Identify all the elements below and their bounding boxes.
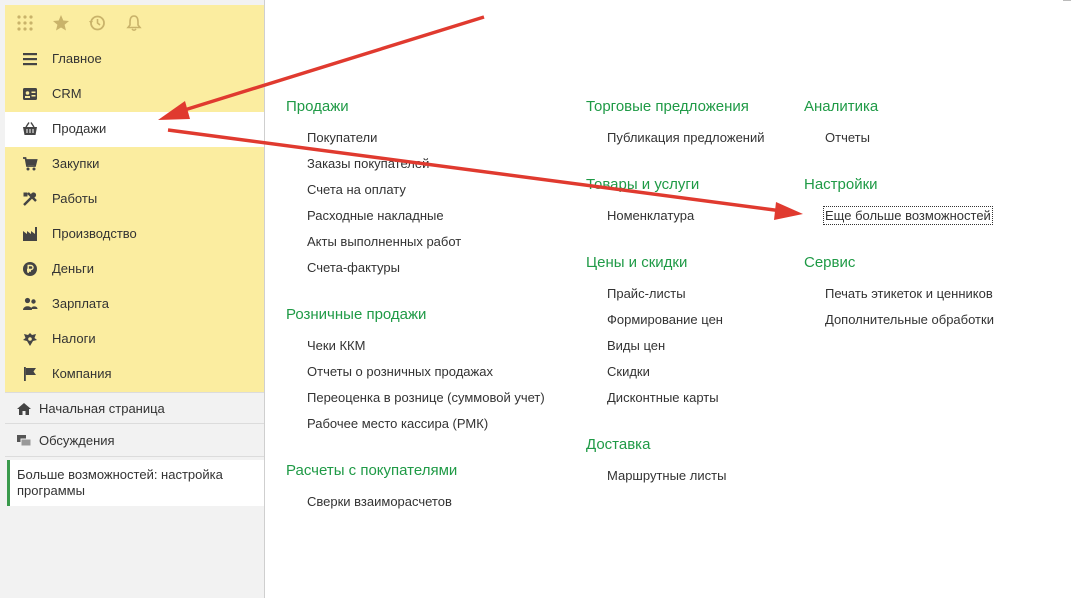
- link-sales-1[interactable]: Покупатели: [307, 130, 377, 145]
- link-retail-4[interactable]: Рабочее место кассира (РМК): [307, 416, 488, 431]
- section-4[interactable]: Закупки: [5, 147, 264, 182]
- link-settlements-1[interactable]: Сверки взаиморасчетов: [307, 494, 452, 509]
- window-corner: [1063, 0, 1071, 9]
- cart-icon: [23, 157, 38, 171]
- link-prices-2[interactable]: Формирование цен: [607, 312, 723, 327]
- section-3[interactable]: Продажи: [5, 112, 264, 147]
- sections-panel: Главное CRM Продажи Закупки Работы Производст…: [5, 42, 264, 392]
- section-9[interactable]: Налоги: [5, 322, 264, 357]
- bell-icon[interactable]: [125, 14, 143, 32]
- link-retail-3[interactable]: Переоценка в рознице (суммовой учет): [307, 390, 545, 405]
- link-delivery-1[interactable]: Маршрутные листы: [607, 468, 726, 483]
- link-sales-3[interactable]: Счета на оплату: [307, 182, 406, 197]
- home-page-label: Начальная страница: [39, 401, 165, 416]
- group-title-retail: Розничные продажи: [286, 306, 427, 323]
- link-retail-2[interactable]: Отчеты о розничных продажах: [307, 364, 493, 379]
- section-label: Деньги: [52, 261, 94, 276]
- flag-icon: [24, 367, 36, 381]
- link-prices-3[interactable]: Виды цен: [607, 338, 665, 353]
- section-label: Продажи: [52, 121, 107, 136]
- section-label: Налоги: [52, 331, 96, 346]
- group-title-goods: Товары и услуги: [586, 176, 700, 193]
- eagle-emblem-icon: [23, 333, 37, 346]
- link-sales-6[interactable]: Счета-фактуры: [307, 260, 400, 275]
- people-icon: [23, 297, 38, 310]
- group-title-service: Сервис: [804, 254, 856, 271]
- discussions-link[interactable]: Обсуждения: [5, 425, 264, 457]
- home-page-link[interactable]: Начальная страница: [5, 392, 264, 424]
- group-title-settlements: Расчеты с покупателями: [286, 462, 458, 479]
- link-service-2[interactable]: Дополнительные обработки: [825, 312, 994, 327]
- section-10[interactable]: Компания: [5, 357, 264, 392]
- factory-icon: [23, 227, 37, 241]
- section-label: Компания: [52, 366, 112, 381]
- link-sales-4[interactable]: Расходные накладные: [307, 208, 444, 223]
- menu-lines-icon: [23, 53, 37, 66]
- section-label: Закупки: [52, 156, 100, 171]
- section-label: Зарплата: [52, 296, 109, 311]
- link-prices-4[interactable]: Скидки: [607, 364, 650, 379]
- star-icon[interactable]: [52, 14, 70, 32]
- section-7[interactable]: Деньги: [5, 252, 264, 287]
- section-label: Производство: [52, 226, 137, 241]
- link-sales-5[interactable]: Акты выполненных работ: [307, 234, 461, 249]
- section-label: Работы: [52, 191, 98, 206]
- tools-icon: [23, 192, 37, 206]
- link-prices-5[interactable]: Дисконтные карты: [607, 390, 719, 405]
- apps-grid-icon[interactable]: [16, 14, 34, 32]
- link-sales-2[interactable]: Заказы покупателей: [307, 156, 429, 171]
- section-6[interactable]: Производство: [5, 217, 264, 252]
- discussions-label: Обсуждения: [39, 433, 115, 448]
- link-prices-1[interactable]: Прайс-листы: [607, 286, 686, 301]
- link-goods-1[interactable]: Номенклатура: [607, 208, 694, 223]
- chat-icon: [17, 435, 32, 447]
- link-settings-1[interactable]: Еще больше возможностей: [823, 206, 993, 225]
- group-title-prices: Цены и скидки: [586, 254, 688, 271]
- link-retail-1[interactable]: Чеки ККМ: [307, 338, 365, 353]
- section-2[interactable]: CRM: [5, 77, 264, 112]
- section-5[interactable]: Работы: [5, 182, 264, 217]
- ruble-coin-icon: [23, 262, 37, 276]
- left-panel: Главное CRM Продажи Закупки Работы Производст…: [0, 0, 265, 598]
- section-1[interactable]: Главное: [5, 42, 264, 77]
- open-window-label: Больше возможностей: настройка программы: [17, 467, 223, 498]
- group-title-settings: Настройки: [804, 176, 878, 193]
- group-title-analytics: Аналитика: [804, 98, 879, 115]
- link-analytics-1[interactable]: Отчеты: [825, 130, 870, 145]
- link-offers-1[interactable]: Публикация предложений: [607, 130, 765, 145]
- basket-icon: [23, 122, 37, 135]
- section-8[interactable]: Зарплата: [5, 287, 264, 322]
- group-title-sales: Продажи: [286, 98, 349, 115]
- contact-card-icon: [23, 88, 37, 100]
- history-icon[interactable]: [88, 14, 106, 32]
- open-window-tab[interactable]: Больше возможностей: настройка программы: [7, 460, 264, 506]
- section-label: Главное: [52, 51, 102, 66]
- quick-toolbar: [5, 5, 264, 42]
- home-icon: [17, 403, 31, 415]
- link-service-1[interactable]: Печать этикеток и ценников: [825, 286, 993, 301]
- group-title-offers: Торговые предложения: [586, 98, 749, 115]
- section-label: CRM: [52, 86, 82, 101]
- group-title-delivery: Доставка: [586, 436, 651, 453]
